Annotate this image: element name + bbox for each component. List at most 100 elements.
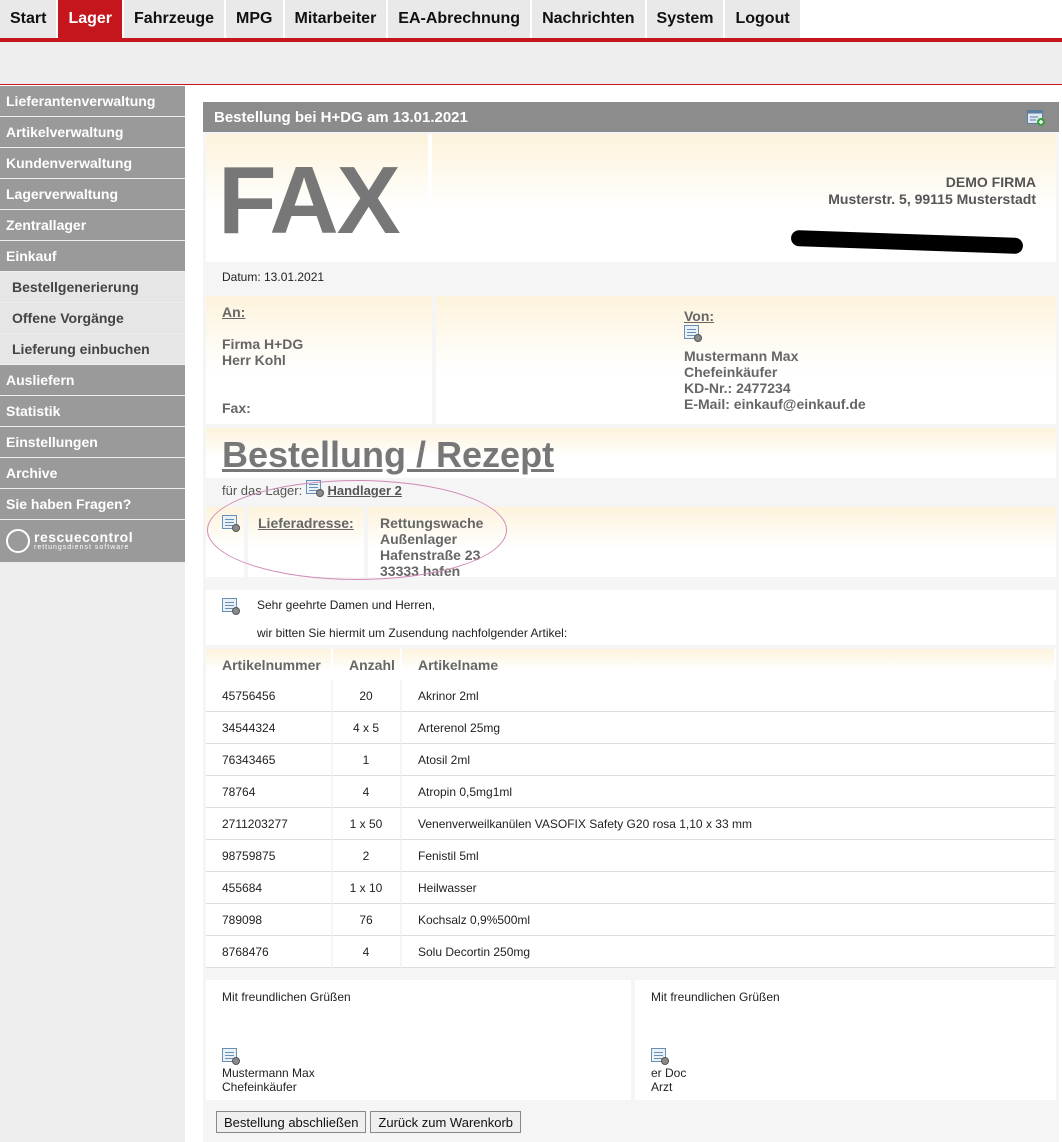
table-row: 789098 76 Kochsalz 0,9%500ml [206, 904, 1056, 936]
sidebar-item-ausliefern[interactable]: Ausliefern [0, 365, 185, 395]
signature-row: Mit freundlichen Grüßen Mustermann Max C… [206, 980, 1056, 1100]
logo-circle-icon [6, 529, 30, 553]
request-text: wir bitten Sie hiermit um Zusendung nach… [257, 626, 568, 640]
delivery-address-line: Außenlager [380, 531, 458, 547]
cell-article-number: 455684 [206, 872, 333, 904]
sidebar-item-einkauf[interactable]: Einkauf [0, 241, 185, 271]
sidebar-item-statistik[interactable]: Statistik [0, 396, 185, 426]
document-gear-icon[interactable] [222, 598, 240, 615]
sidebar-item-lieferantenverwaltung[interactable]: Lieferantenverwaltung [0, 86, 185, 116]
delivery-icon-cell [206, 507, 244, 577]
sender-info: Mustermann Max Chefeinkäufer KD-Nr.: 247… [684, 348, 866, 412]
recipient-label: An: [222, 304, 246, 320]
finish-order-button[interactable]: Bestellung abschließen [216, 1111, 367, 1133]
cell-article-number: 34544324 [206, 712, 333, 744]
sidebar-item-sie-haben-fragen-[interactable]: Sie haben Fragen? [0, 489, 185, 519]
sender-edit-icon[interactable] [684, 325, 702, 347]
nav-tab-lager[interactable]: Lager [58, 0, 123, 38]
table-row: 2711203277 1 x 50 Venenverweilkanülen VASO… [206, 808, 1056, 840]
nav-tab-mpg[interactable]: MPG [226, 0, 283, 38]
top-navigation: Start Lager Fahrzeuge MPG Mitarbeiter EA-Abre… [0, 0, 1062, 38]
sidebar-item-archive[interactable]: Archive [0, 458, 185, 488]
order-panel: Bestellung bei H+DG am 13.01.2021 FAX DE… [203, 102, 1059, 1142]
nav-tab-logout[interactable]: Logout [725, 0, 800, 38]
back-to-cart-button[interactable]: Zurück zum Warenkorb [370, 1111, 522, 1133]
delivery-address-line: 33333 hafen [380, 563, 461, 579]
fax-label-cell: FAX [206, 134, 428, 262]
logo-text: rescuecontrol rettungsdienst software [34, 530, 133, 551]
nav-tab-fahrzeuge[interactable]: Fahrzeuge [124, 0, 225, 38]
table-header-row: Artikelnummer Anzahl Artikelname [206, 649, 1056, 680]
cell-article-number: 789098 [206, 904, 333, 936]
nav-tab-mitarbeiter[interactable]: Mitarbeiter [284, 0, 387, 38]
cell-quantity: 20 [333, 680, 402, 712]
col-quantity: Anzahl [333, 649, 402, 680]
signature-left-role: Chefeinkäufer [222, 1080, 297, 1094]
order-date: Datum: 13.01.2021 [222, 270, 325, 284]
rescuecontrol-logo: rescuecontrol rettungsdienst software [0, 520, 185, 562]
order-heading: Bestellung / Rezept [222, 434, 555, 475]
nav-tab-ea-abrechnung[interactable]: EA-Abrechnung [388, 0, 531, 38]
delivery-label: Lieferadresse: [258, 515, 354, 531]
nav-tab-system[interactable]: System [646, 0, 724, 38]
table-row: 34544324 4 x 5 Arterenol 25mg [206, 712, 1056, 744]
fax-label: FAX [218, 147, 401, 254]
sidebar-item-lieferung-einbuchen[interactable]: Lieferung einbuchen [0, 334, 185, 364]
signature-right-name: er Doc [651, 1066, 687, 1080]
sender-cell: Von: Mustermann Max Chefeinkäufer KD-Nr.… [436, 296, 1056, 424]
document-gear-icon[interactable] [651, 1048, 669, 1065]
address-row: An: Firma H+DG Herr Kohl Fax: Von: Muste… [206, 296, 1056, 424]
sender-name: Mustermann Max [684, 348, 799, 364]
document-gear-icon[interactable] [684, 325, 702, 342]
sidebar-menu: Lieferantenverwaltung Artikelverwaltung Ku… [0, 86, 185, 519]
sidebar-item-offene-vorg-nge[interactable]: Offene Vorgänge [0, 303, 185, 333]
delivery-address-cell: Rettungswache Außenlager Hafenstraße 23 333… [368, 507, 1056, 579]
article-table: Artikelnummer Anzahl Artikelname 4575645… [206, 649, 1056, 968]
warehouse-prefix: für das Lager: [222, 483, 303, 498]
nav-tab-start[interactable]: Start [0, 0, 57, 38]
sidebar-item-zentrallager[interactable]: Zentrallager [0, 210, 185, 240]
table-row: 76343465 1 Atosil 2ml [206, 744, 1056, 776]
cell-quantity: 1 x 10 [333, 872, 402, 904]
sender-email: E-Mail: einkauf@einkauf.de [684, 396, 866, 412]
sidebar-item-lagerverwaltung[interactable]: Lagerverwaltung [0, 179, 185, 209]
panel-header: Bestellung bei H+DG am 13.01.2021 [203, 102, 1059, 132]
signature-right-greeting: Mit freundlichen Grüßen [651, 990, 780, 1004]
delivery-label-cell: Lieferadresse: [248, 507, 364, 577]
warehouse-link[interactable]: Handlager 2 [327, 483, 401, 498]
col-article-name: Artikelname [402, 649, 1056, 680]
cell-article-name: Heilwasser [402, 872, 1056, 904]
warehouse-line: für das Lager: Handlager 2 [222, 480, 402, 498]
document-gear-icon[interactable] [222, 1048, 240, 1065]
recipient-fax: Fax: [222, 400, 251, 416]
cell-article-name: Atropin 0,5mg1ml [402, 776, 1056, 808]
sidebar-item-bestellgenerierung[interactable]: Bestellgenerierung [0, 272, 185, 302]
sidebar-item-kundenverwaltung[interactable]: Kundenverwaltung [0, 148, 185, 178]
add-window-icon[interactable] [1027, 110, 1045, 126]
logo-tagline: rettungsdienst software [34, 544, 130, 551]
firm-info: DEMO FIRMA Musterstr. 5, 99115 Mustersta… [828, 174, 1036, 208]
delivery-address-line: Rettungswache [380, 515, 484, 531]
signature-left-name: Mustermann Max [222, 1066, 315, 1080]
table-row: 45756456 20 Akrinor 2ml [206, 680, 1056, 712]
recipient-company: Firma H+DG [222, 336, 304, 352]
sender-role: Chefeinkäufer [684, 364, 778, 380]
panel-title: Bestellung bei H+DG am 13.01.2021 [214, 108, 468, 126]
fax-header: FAX DEMO FIRMA Musterstr. 5, 99115 Muste… [206, 134, 1056, 262]
document-gear-icon[interactable] [305, 480, 324, 497]
cell-quantity: 1 x 50 [333, 808, 402, 840]
nav-tab-nachrichten[interactable]: Nachrichten [532, 0, 645, 38]
sidebar: Lieferantenverwaltung Artikelverwaltung Ku… [0, 86, 185, 1142]
table-row: 455684 1 x 10 Heilwasser [206, 872, 1056, 904]
sidebar-item-einstellungen[interactable]: Einstellungen [0, 427, 185, 457]
signature-right-role: Arzt [651, 1080, 673, 1094]
cell-article-number: 2711203277 [206, 808, 333, 840]
sidebar-item-artikelverwaltung[interactable]: Artikelverwaltung [0, 117, 185, 147]
cell-quantity: 76 [333, 904, 402, 936]
cell-quantity: 2 [333, 840, 402, 872]
action-buttons: Bestellung abschließen Zurück zum Warenk… [216, 1111, 522, 1133]
document-gear-icon[interactable] [222, 515, 240, 532]
sender-customer-number: KD-Nr.: 2477234 [684, 380, 791, 396]
delivery-address-row: Lieferadresse: Rettungswache Außenlager Ha… [206, 507, 1056, 587]
header-divider [0, 84, 1062, 85]
